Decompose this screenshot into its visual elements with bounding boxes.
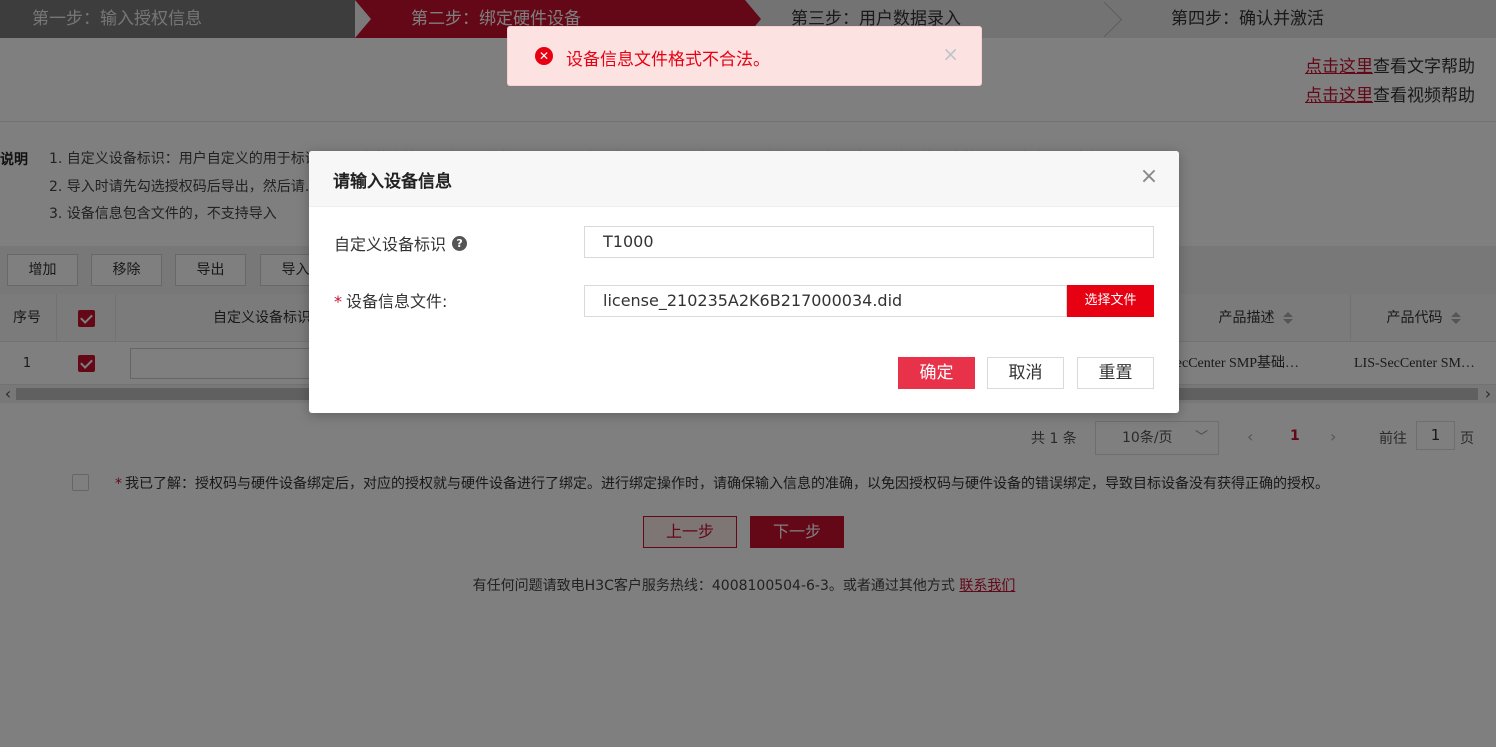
device-file-label-text: 设备信息文件: <box>346 292 448 311</box>
device-id-label-text: 自定义设备标识 <box>334 235 447 254</box>
dialog-title: 请输入设备信息 <box>333 172 452 192</box>
choose-file-button[interactable]: 选择文件 <box>1067 285 1154 317</box>
device-info-dialog: 请输入设备信息 × 自定义设备标识? T1000 * 设备信息文件: licens… <box>309 151 1179 413</box>
dialog-header: 请输入设备信息 × <box>309 151 1179 207</box>
question-icon[interactable]: ? <box>452 236 468 251</box>
required-mark: * <box>334 292 342 311</box>
toast-message: 设备信息文件格式不合法。 <box>566 50 770 70</box>
close-icon[interactable]: × <box>942 44 959 64</box>
error-icon: ✕ <box>535 47 553 65</box>
reset-button[interactable]: 重置 <box>1077 357 1154 389</box>
device-id-label: 自定义设备标识? <box>334 231 468 255</box>
error-toast: ✕ 设备信息文件格式不合法。 × <box>507 26 982 86</box>
cancel-button[interactable]: 取消 <box>987 357 1064 389</box>
confirm-button[interactable]: 确定 <box>898 357 975 389</box>
device-file-input[interactable]: license_210235A2K6B217000034.did <box>584 285 1067 317</box>
device-id-input[interactable]: T1000 <box>584 226 1154 258</box>
device-file-label: * 设备信息文件: <box>334 288 447 312</box>
close-icon[interactable]: × <box>1137 165 1161 189</box>
